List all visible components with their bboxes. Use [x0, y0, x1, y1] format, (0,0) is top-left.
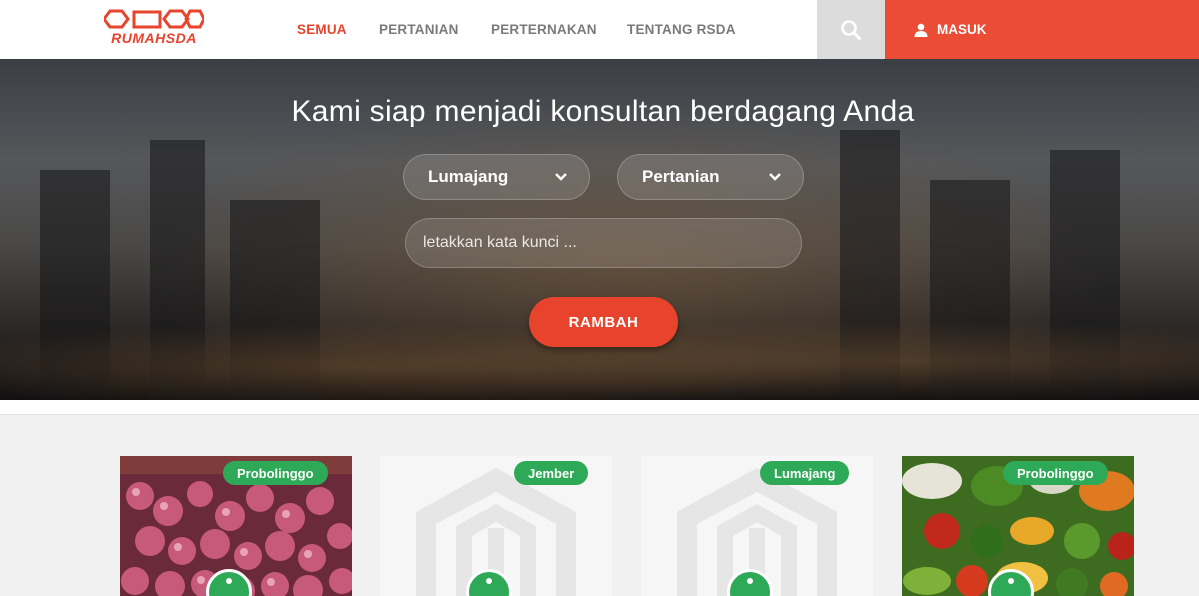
- product-card[interactable]: Jember: [380, 456, 612, 596]
- nav-link-semua[interactable]: SEMUA: [297, 22, 347, 37]
- nav-link-tentang-rsda[interactable]: TENTANG RSDA: [627, 22, 736, 37]
- location-badge: Probolinggo: [223, 461, 328, 485]
- logo-mark-icon: [104, 9, 204, 29]
- keyword-input[interactable]: [405, 218, 802, 268]
- nav-link-pertanian[interactable]: PERTANIAN: [379, 22, 459, 37]
- site-header: RUMAHSDA SEMUA PERTANIAN PERTERNAKAN TEN…: [0, 0, 1199, 59]
- search-button[interactable]: [817, 0, 885, 59]
- nav-item-perternakan[interactable]: PERTERNAKAN: [491, 0, 597, 59]
- location-badge: Jember: [514, 461, 589, 485]
- nav-link-perternakan[interactable]: PERTERNAKAN: [491, 22, 597, 37]
- brand-name: RUMAHSDA: [111, 30, 197, 46]
- product-card[interactable]: Probolinggo: [902, 456, 1134, 596]
- brand-logo[interactable]: RUMAHSDA: [82, 9, 226, 46]
- nav-item-tentang-rsda[interactable]: TENTANG RSDA: [627, 0, 736, 59]
- nav-item-semua[interactable]: SEMUA: [297, 0, 347, 59]
- hero-banner: Kami siap menjadi konsultan berdagang An…: [0, 59, 1199, 400]
- location-badge: Probolinggo: [1003, 461, 1108, 485]
- login-button[interactable]: MASUK: [885, 0, 1199, 59]
- search-submit-button[interactable]: RAMBAH: [529, 297, 678, 347]
- location-select[interactable]: Lumajang: [403, 154, 590, 200]
- location-badge: Lumajang: [760, 461, 850, 485]
- chevron-down-icon: [555, 173, 567, 181]
- location-select-value: Lumajang: [428, 167, 509, 186]
- category-select[interactable]: Pertanian: [617, 154, 804, 200]
- chevron-down-icon: [769, 173, 781, 181]
- hero-title: Kami siap menjadi konsultan berdagang An…: [291, 95, 915, 128]
- category-select-value: Pertanian: [642, 167, 720, 186]
- nav-item-pertanian[interactable]: PERTANIAN: [379, 0, 459, 59]
- section-divider: [0, 400, 1199, 415]
- search-icon: [841, 19, 861, 40]
- product-card[interactable]: Lumajang: [641, 456, 873, 596]
- product-card[interactable]: Probolinggo: [120, 456, 352, 596]
- login-label: MASUK: [937, 22, 987, 37]
- user-icon: [914, 23, 928, 37]
